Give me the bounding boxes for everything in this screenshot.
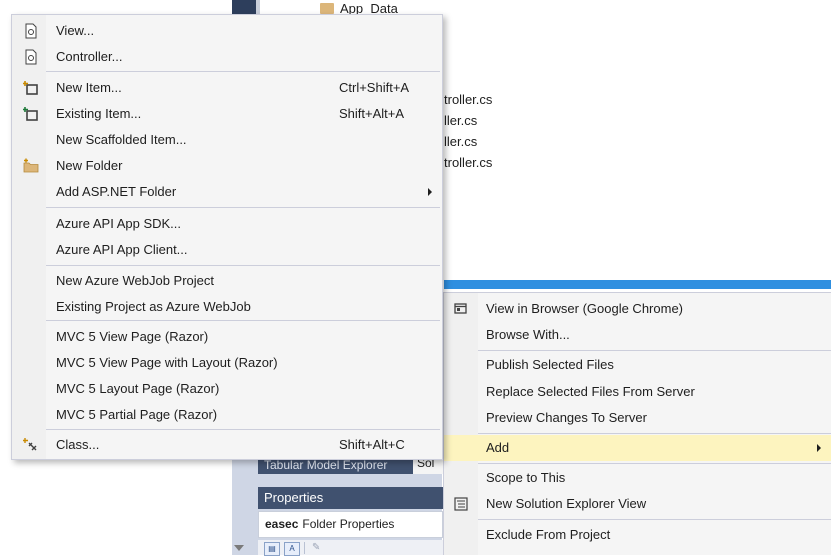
menu-separator: [478, 433, 831, 434]
menu-label: Controller...: [56, 49, 123, 64]
properties-object-name: easec: [265, 517, 299, 531]
menu-item-existing-project-as-webjob[interactable]: Existing Project as Azure WebJob: [12, 294, 442, 320]
wrench-icon[interactable]: ✎: [312, 542, 320, 553]
menu-item-new-azure-webjob-project[interactable]: New Azure WebJob Project: [12, 268, 442, 294]
menu-label: MVC 5 View Page with Layout (Razor): [56, 355, 278, 370]
new-item-icon: [23, 81, 38, 95]
categorized-icon[interactable]: ▤: [264, 542, 280, 556]
menu-shortcut: Shift+Alt+A: [339, 106, 405, 121]
folder-icon: [320, 3, 334, 14]
alphabetical-icon[interactable]: A: [284, 542, 300, 556]
controller-file-icon: [25, 49, 37, 65]
menu-label: Existing Item...: [56, 106, 142, 121]
menu-separator: [478, 463, 831, 464]
menu-item-add-aspnet-folder[interactable]: Add ASP.NET Folder: [12, 179, 442, 205]
menu-item-new-folder[interactable]: New Folder: [12, 153, 442, 179]
menu-item-mvc5-view-page-with-layout[interactable]: MVC 5 View Page with Layout (Razor): [12, 350, 442, 376]
menu-label: MVC 5 Layout Page (Razor): [56, 381, 220, 396]
menu-label: Exclude From Project: [486, 527, 611, 542]
class-icon: [23, 438, 37, 451]
menu-separator: [46, 71, 440, 72]
menu-item-exclude-from-project[interactable]: Exclude From Project: [444, 522, 831, 548]
menu-item-azure-api-app-client[interactable]: Azure API App Client...: [12, 237, 442, 263]
file-item[interactable]: ller.cs: [444, 134, 477, 149]
menu-item-azure-api-app-sdk[interactable]: Azure API App SDK...: [12, 211, 442, 237]
menu-item-view[interactable]: View...: [12, 18, 442, 44]
toolbar-separator: [304, 542, 305, 554]
properties-object-selector[interactable]: easec Folder Properties: [258, 511, 443, 538]
menu-item-add[interactable]: Add: [444, 435, 831, 461]
menu-item-new-item[interactable]: New Item... Ctrl+Shift+A: [12, 75, 442, 101]
menu-label: MVC 5 View Page (Razor): [56, 329, 209, 344]
new-folder-icon: [23, 158, 39, 173]
menu-label: MVC 5 Partial Page (Razor): [56, 407, 218, 422]
menu-label: Scope to This: [486, 470, 566, 485]
properties-object-type: Folder Properties: [302, 517, 395, 531]
chevron-right-icon: [817, 444, 821, 452]
menu-item-preview-changes[interactable]: Preview Changes To Server: [444, 405, 831, 431]
menu-item-controller[interactable]: Controller...: [12, 44, 442, 70]
menu-label: Replace Selected Files From Server: [486, 384, 695, 399]
browser-icon: [454, 303, 467, 314]
menu-label: Existing Project as Azure WebJob: [56, 299, 251, 314]
menu-item-new-solution-explorer-view[interactable]: New Solution Explorer View: [444, 491, 831, 517]
menu-separator: [46, 265, 440, 266]
menu-label: Class...: [56, 437, 100, 452]
file-item[interactable]: ller.cs: [444, 113, 477, 128]
existing-item-icon: [23, 107, 38, 121]
menu-item-view-in-browser[interactable]: View in Browser (Google Chrome): [444, 296, 831, 322]
view-file-icon: [25, 23, 37, 39]
menu-shortcut: Shift+Alt+C: [339, 437, 405, 452]
menu-label: Preview Changes To Server: [486, 410, 647, 425]
file-item[interactable]: troller.cs: [444, 92, 492, 107]
properties-title: Properties: [258, 487, 443, 509]
menu-separator: [478, 350, 831, 351]
menu-separator: [478, 519, 831, 520]
menu-label: New Folder: [56, 158, 123, 173]
menu-label: Azure API App Client...: [56, 242, 188, 257]
menu-item-new-scaffolded-item[interactable]: New Scaffolded Item...: [12, 127, 442, 153]
menu-label: Add ASP.NET Folder: [56, 184, 177, 199]
menu-label: View...: [56, 23, 95, 38]
file-item[interactable]: troller.cs: [444, 155, 492, 170]
solution-view-icon: [454, 497, 468, 511]
properties-toolbar: ▤ A ✎: [258, 540, 443, 556]
scroll-down-arrow-icon[interactable]: [234, 545, 244, 551]
menu-item-existing-item[interactable]: Existing Item... Shift+Alt+A: [12, 101, 442, 127]
menu-label: New Azure WebJob Project: [56, 273, 214, 288]
menu-label: Add: [486, 440, 510, 455]
menu-item-browse-with[interactable]: Browse With...: [444, 322, 831, 348]
menu-item-replace-selected-files[interactable]: Replace Selected Files From Server: [444, 379, 831, 405]
menu-separator: [46, 429, 440, 430]
menu-label: Publish Selected Files: [486, 357, 614, 372]
menu-separator: [46, 320, 440, 321]
menu-shortcut: Ctrl+Shift+A: [339, 80, 410, 95]
menu-item-mvc5-partial-page[interactable]: MVC 5 Partial Page (Razor): [12, 402, 442, 428]
menu-item-scope-to-this[interactable]: Scope to This: [444, 465, 831, 491]
menu-label: Browse With...: [486, 327, 570, 342]
solution-explorer-context-menu: View in Browser (Google Chrome) Browse W…: [443, 292, 831, 555]
menu-item-mvc5-view-page[interactable]: MVC 5 View Page (Razor): [12, 324, 442, 350]
menu-label: New Item...: [56, 80, 122, 95]
panel-accent-bar: [444, 280, 831, 289]
chevron-right-icon: [428, 188, 432, 196]
menu-item-publish-selected-files[interactable]: Publish Selected Files: [444, 352, 831, 378]
menu-label: View in Browser (Google Chrome): [486, 301, 683, 316]
menu-label: New Solution Explorer View: [486, 496, 647, 511]
menu-item-class[interactable]: Class... Shift+Alt+C: [12, 432, 442, 458]
menu-label: New Scaffolded Item...: [56, 132, 187, 147]
menu-separator: [46, 207, 440, 208]
menu-label: Azure API App SDK...: [56, 216, 182, 231]
menu-item-mvc5-layout-page[interactable]: MVC 5 Layout Page (Razor): [12, 376, 442, 402]
add-submenu: View... Controller... New Item... Ctrl+S…: [11, 14, 443, 460]
tab-tabular-model-explorer[interactable]: Tabular Model Explorer: [264, 458, 387, 472]
